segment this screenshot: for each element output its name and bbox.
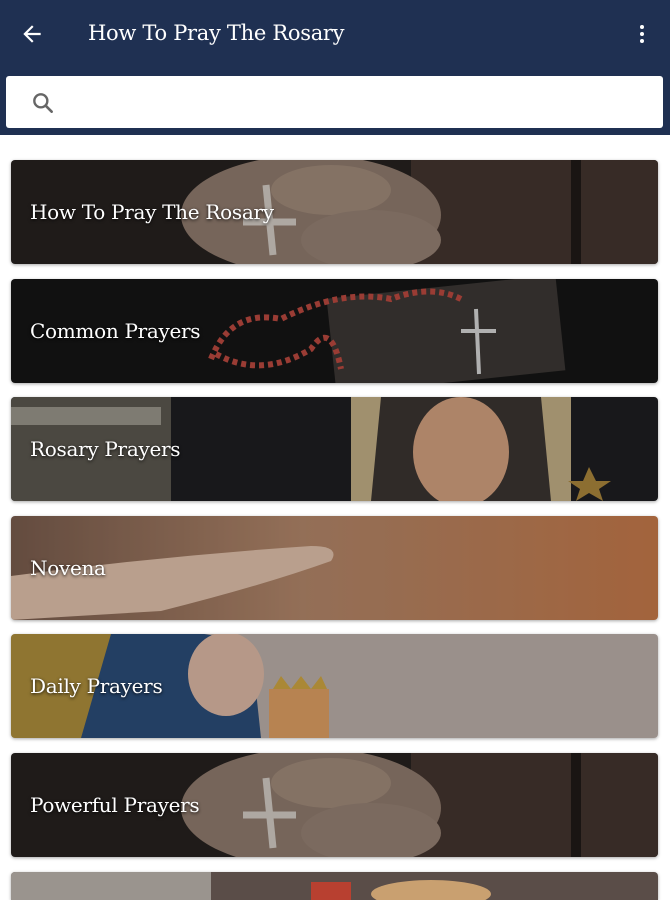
category-card-novena[interactable]: Novena [11, 516, 658, 620]
category-label: How To Pray The Rosary [30, 200, 274, 224]
category-label: Novena [30, 556, 106, 580]
category-label: Rosary Prayers [30, 437, 181, 461]
category-list: How To Pray The Rosary Common Prayers Ro… [0, 0, 670, 900]
category-card-how-to-pray[interactable]: How To Pray The Rosary [11, 160, 658, 264]
category-label: Common Prayers [30, 319, 201, 343]
reaching-hand-image [11, 516, 658, 620]
candles-image [11, 872, 658, 900]
category-card-daily-prayers[interactable]: Daily Prayers [11, 634, 658, 738]
category-card-common-prayers[interactable]: Common Prayers [11, 279, 658, 383]
category-label: Daily Prayers [30, 674, 163, 698]
category-card-rosary-prayers[interactable]: Rosary Prayers [11, 397, 658, 501]
category-card-powerful-prayers[interactable]: Powerful Prayers [11, 753, 658, 857]
category-label: Powerful Prayers [30, 793, 200, 817]
category-card-partial[interactable] [11, 872, 658, 900]
